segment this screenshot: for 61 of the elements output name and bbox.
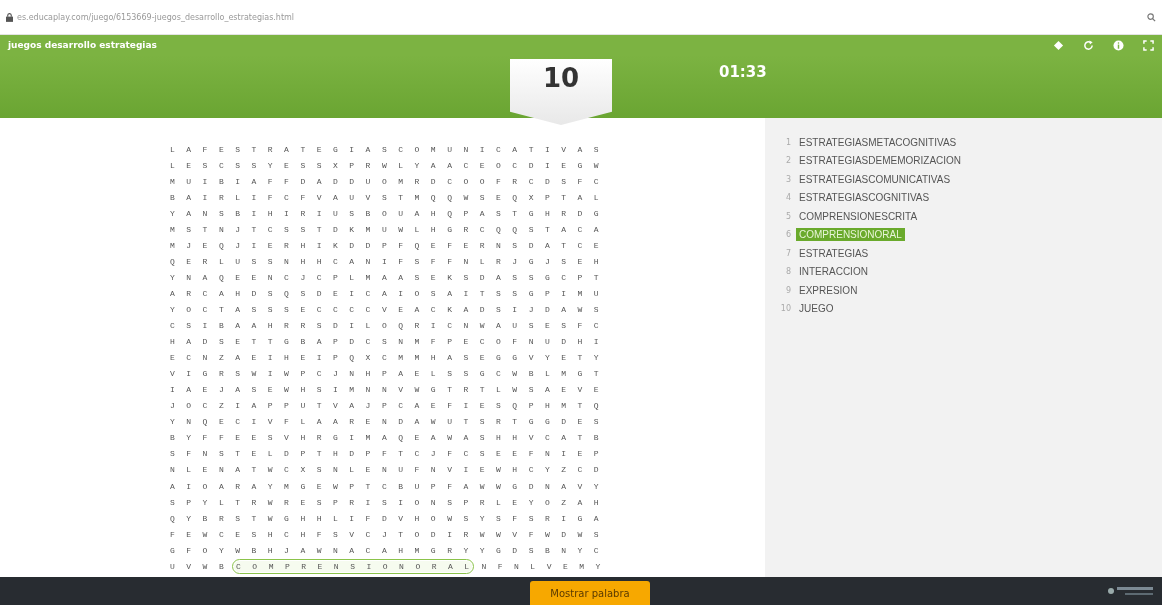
letter-row[interactable]: J O C Z I A P P U T V A J P C A E F I E S Q P H M T Q [170, 400, 602, 412]
url-text: es.educaplay.com/juego/6153669-juegos_desarrollo_estrategias.html [17, 12, 295, 22]
word-number: 4 [784, 193, 791, 202]
word-number: 10 [779, 304, 791, 313]
word-item: EXPRESION [798, 283, 859, 297]
info-icon[interactable] [1113, 39, 1124, 51]
logo-drawing [1106, 584, 1156, 598]
show-word-button[interactable]: Mostrar palabra [530, 581, 650, 605]
diamond-icon[interactable] [1053, 39, 1064, 51]
letter-row[interactable]: M J E Q J I E R H I K D D P F Q E F E R N S D A T C E [170, 239, 602, 251]
letter-row[interactable]: L A F E S T R A T E G I A S C O M U N I C A T I V A S [170, 143, 602, 155]
word-number: 6 [784, 230, 791, 239]
word-number: 3 [784, 174, 791, 184]
word-number: 2 [784, 156, 791, 165]
search-icon[interactable] [1147, 12, 1156, 22]
letter-row[interactable]: Y O C T A S S S E C C C C V E A C K A D S I J D A W S [170, 304, 602, 315]
letter-row[interactable]: E C N Z A E I H E I P Q X C M M H A S E G G V Y E T Y [170, 352, 602, 364]
letter-row[interactable]: S F N S T E L D P T H D P F T C J F C S E E F N I E P [170, 448, 602, 460]
lock-icon [6, 12, 13, 22]
letter-row[interactable]: Q Y B R S T W G H H L I F D V H O W S Y S F S R I G A [170, 512, 602, 524]
word-number: 7 [784, 248, 791, 258]
letter-row[interactable]: V I G R S W I W P C J N H P A E L S S G C W B L M G T [170, 368, 602, 380]
word-number: 8 [784, 267, 791, 276]
letter-row[interactable]: Q E R L U S S N H H C A N I F S F F N L R J G J S E H [170, 255, 602, 267]
refresh-icon[interactable] [1083, 39, 1094, 51]
word-item: ESTRATEGIASMETACOGNITIVAS [798, 135, 958, 149]
letter-row[interactable]: F E W C E S H C H F S V C J T O D I R W W V F W D W S [170, 528, 602, 540]
letter-row[interactable]: A R C A H D S Q S D E I C A I O S A I T S S G P I M U [170, 287, 602, 299]
word-item: JUEGO [798, 302, 835, 315]
letter-row[interactable]: Y N Q E C I V F L A A R E N D A W U T S R T G G D E S [170, 416, 602, 428]
word-item: ESTRATEGIAS [798, 246, 870, 260]
word-number: 9 [784, 285, 791, 295]
letter-row[interactable]: G F O Y W B H J A W N A C A H M G R Y Y G D S B N Y C [170, 544, 602, 556]
letter-row[interactable]: M U I B I A F F D A D D U O M R D C O O F R C D S F C [170, 175, 602, 187]
letter-row[interactable]: A I O A R A Y M G E W P T C B U P F A W W G D N A V Y [170, 480, 602, 492]
expand-icon[interactable] [1143, 39, 1154, 51]
letter-row[interactable]: B A I R L I F C F V A U V S T M Q Q W S E Q X P T A L [170, 191, 602, 203]
word-item: COMPRENSIONORAL [796, 228, 905, 241]
letter-row[interactable]: M S T N J T C S S T D K M U W L H G R C Q Q S T A C A [170, 223, 602, 235]
word-number: 1 [784, 137, 791, 147]
timer: 01:33 [719, 63, 767, 81]
letter-row[interactable]: I A E J A S E W H S I M N N V W G T R T L W S A E V E [170, 384, 602, 396]
letter-row[interactable]: H A D S E T T G B A P D C S N M F P E C O F N U D H I [170, 336, 602, 348]
word-item: ESTRATEGIASCOMUNICATIVAS [798, 172, 952, 186]
word-item: INTERACCION [798, 265, 869, 278]
letter-row[interactable]: U V W B [170, 560, 228, 572]
word-number: 5 [784, 211, 791, 221]
letter-row[interactable]: L E S C S S Y E S S X P R W L Y A A C E O C D I E G W [170, 159, 602, 171]
found-word[interactable]: C O M P R E N S I O N O R A L [234, 560, 473, 572]
letter-row[interactable]: B Y F F E E S V H R G I M A Q E A W A S H H V C A T B [170, 432, 602, 444]
score-value: 10 [542, 63, 580, 95]
word-item: ESTRATEGIASDEMEMORIZACION [798, 154, 963, 167]
letter-row[interactable]: N F N L V E M Y [481, 560, 604, 572]
letter-row[interactable]: N L E N A T W C X S N L E N U F N V I E W H C Y Z C D [170, 464, 602, 476]
letter-row[interactable]: Y N A Q E E N C J C P L M A A S E K S D A S S G C P T [170, 271, 602, 283]
game-title: juegos desarrollo estrategias [8, 40, 157, 50]
letter-row[interactable]: C S I B A A H R R S D I L O Q R I C N W A U S E S F C [170, 320, 602, 332]
letter-row[interactable]: Y A N S B I H I R I U S B O U A H Q P A S T G H R D G [170, 207, 602, 219]
word-item: ESTRATEGIASCOGNITIVAS [798, 191, 931, 204]
letter-row[interactable]: S P Y L T R W R E S P R I S I O N S P R L E Y O Z A H [170, 496, 602, 508]
word-item: COMPRENSIONESCRITA [798, 209, 919, 223]
